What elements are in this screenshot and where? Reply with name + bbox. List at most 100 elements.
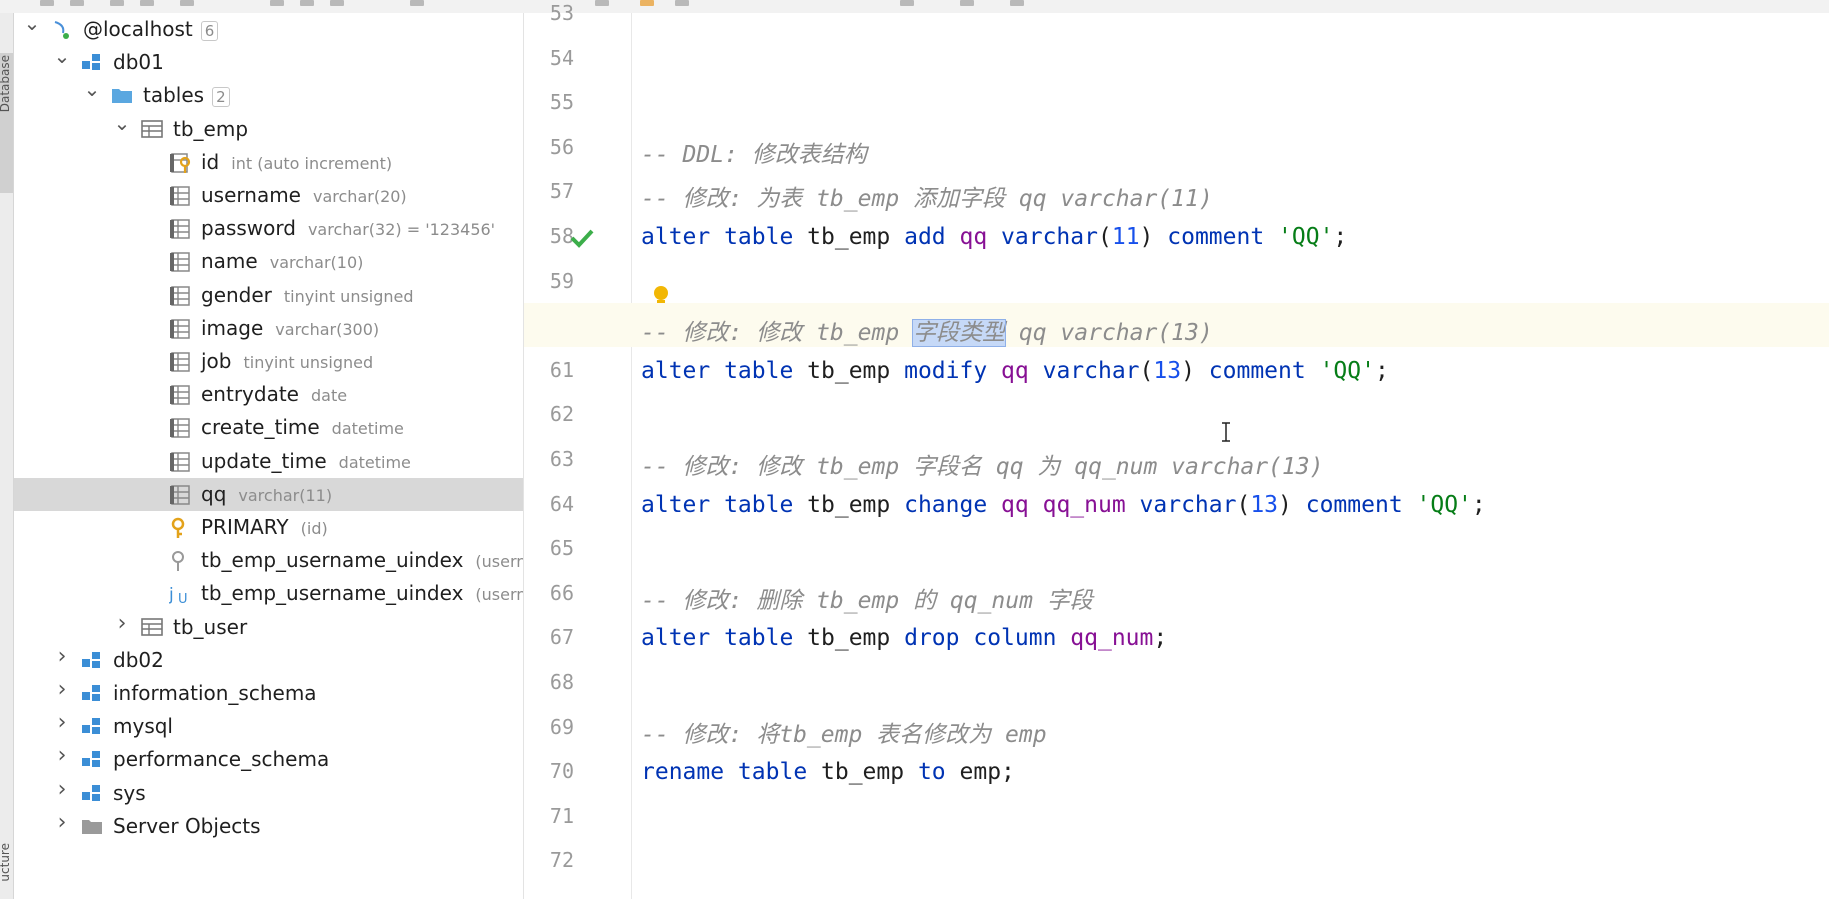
- code-line[interactable]: alter table tb_emp drop column qq_num;: [524, 615, 1829, 659]
- code-line[interactable]: [524, 794, 1829, 838]
- sql-string: 'QQ': [1319, 357, 1375, 384]
- tree-item-column-job[interactable]: job tinyint unsigned: [14, 345, 523, 378]
- toolbar-button-icon[interactable]: [110, 0, 124, 6]
- tree-item-column-image[interactable]: image varchar(300): [14, 312, 523, 345]
- tree-item-column-id[interactable]: id int (auto increment): [14, 146, 523, 179]
- tree-item-db02[interactable]: › db02: [14, 644, 523, 677]
- code-line[interactable]: -- 修改: 删除 tb_emp 的 qq_num 字段: [524, 571, 1829, 615]
- chevron-right-icon[interactable]: ›: [53, 745, 71, 767]
- chevron-right-icon[interactable]: ›: [53, 712, 71, 734]
- code-line[interactable]: alter table tb_emp modify qq varchar(13)…: [524, 348, 1829, 392]
- server-objects-folder-icon: [81, 816, 103, 838]
- chevron-right-icon[interactable]: ›: [53, 645, 71, 667]
- structure-tab-label[interactable]: ucture: [0, 843, 12, 882]
- tree-item-column-create_time[interactable]: create_time datetime: [14, 411, 523, 444]
- code-line[interactable]: [524, 660, 1829, 704]
- code-line[interactable]: -- DDL: 修改表结构: [524, 125, 1829, 169]
- tree-item-column-qq[interactable]: qq varchar(11): [14, 477, 523, 511]
- code-text[interactable]: -- DDL: 修改表结构: [641, 135, 867, 169]
- code-text[interactable]: rename table tb_emp to emp;: [641, 759, 1015, 785]
- tree-item-column-entrydate[interactable]: entrydate date: [14, 378, 523, 411]
- key-column-icon: [169, 152, 191, 174]
- chevron-down-icon[interactable]: ⌄: [23, 13, 41, 33]
- code-line[interactable]: -- 修改: 为表 tb_emp 添加字段 qq varchar(11): [524, 169, 1829, 213]
- code-line[interactable]: -- 修改: 修改 tb_emp 字段类型 qq varchar(13): [524, 303, 1829, 348]
- toolbar-button-icon[interactable]: [410, 0, 424, 6]
- tree-item-column-password[interactable]: password varchar(32) = '123456': [14, 212, 523, 245]
- code-line[interactable]: [524, 838, 1829, 882]
- chevron-down-icon[interactable]: ⌄: [53, 46, 71, 66]
- toolbar-button-icon[interactable]: [270, 0, 284, 6]
- tree-item-column-gender[interactable]: gender tinyint unsigned: [14, 279, 523, 312]
- sql-keyword: rename table: [641, 759, 822, 786]
- code-line[interactable]: [524, 526, 1829, 570]
- tree-item-localhost[interactable]: ⌄ @localhost 6: [14, 13, 523, 46]
- toolbar-button-icon[interactable]: [300, 0, 314, 6]
- column-name: entrydate date: [201, 382, 348, 407]
- column-name: qq varchar(11): [201, 481, 333, 506]
- code-line[interactable]: [524, 36, 1829, 80]
- tree-item-column-username[interactable]: username varchar(20): [14, 179, 523, 212]
- code-line[interactable]: rename table tb_emp to emp;: [524, 749, 1829, 793]
- tree-item-column-name[interactable]: name varchar(10): [14, 245, 523, 278]
- toolbar-button-icon[interactable]: [40, 0, 54, 6]
- chevron-down-icon[interactable]: ⌄: [113, 113, 131, 133]
- tree-item-column-update_time[interactable]: update_time datetime: [14, 445, 523, 478]
- database-label: sys: [113, 780, 146, 805]
- sql-token: ;: [1001, 759, 1015, 786]
- sql-token: tb_emp: [807, 224, 905, 250]
- database-tab-label[interactable]: Database: [0, 55, 12, 112]
- tree-item-key[interactable]: tb_emp_username_uindex (usern: [14, 544, 523, 577]
- chevron-right-icon[interactable]: ›: [53, 811, 71, 833]
- tree-item-key[interactable]: j Utb_emp_username_uindex (usern: [14, 577, 523, 610]
- sql-comment: qq varchar(13): [1005, 320, 1213, 347]
- tree-item-sys[interactable]: › sys: [14, 777, 523, 810]
- sql-editor[interactable]: 5354555657585960616263646566676869707172…: [524, 1, 1829, 899]
- code-line[interactable]: -- 修改: 修改 tb_emp 字段名 qq 为 qq_num varchar…: [524, 437, 1829, 481]
- column-icon: [169, 218, 191, 240]
- code-text[interactable]: -- 修改: 将tb_emp 表名修改为 emp: [641, 715, 1047, 749]
- tree-item-tables[interactable]: ⌄ tables 2: [14, 79, 523, 112]
- chevron-right-icon[interactable]: ›: [53, 679, 71, 701]
- code-text[interactable]: alter table tb_emp modify qq varchar(13)…: [641, 358, 1389, 384]
- sql-comment: -- 修改: 修改 tb_emp 字段名 qq 为 qq_num varchar…: [641, 454, 1324, 480]
- selected-text[interactable]: 字段类型: [912, 319, 1007, 348]
- code-line[interactable]: [524, 259, 1829, 307]
- tree-item-information-schema[interactable]: › information_schema: [14, 677, 523, 710]
- tree-item-server-objects[interactable]: › Server Objects: [14, 810, 523, 843]
- tree-item-mysql[interactable]: › mysql: [14, 710, 523, 743]
- svg-text:j: j: [169, 585, 174, 605]
- code-text[interactable]: -- 修改: 修改 tb_emp 字段名 qq 为 qq_num varchar…: [641, 447, 1324, 481]
- sql-token: ): [1181, 357, 1209, 384]
- key-detail: (usern: [475, 552, 523, 572]
- chevron-right-icon[interactable]: ›: [53, 778, 71, 800]
- sql-token: emp: [959, 759, 1002, 786]
- code-text[interactable]: -- 修改: 修改 tb_emp 字段类型 qq varchar(13): [641, 313, 1213, 348]
- column-name: gender tinyint unsigned: [201, 282, 414, 307]
- code-line[interactable]: [524, 80, 1829, 124]
- column-icon: [169, 484, 191, 506]
- code-text[interactable]: -- 修改: 为表 tb_emp 添加字段 qq varchar(11): [641, 179, 1213, 213]
- code-text[interactable]: alter table tb_emp add qq varchar(11) co…: [641, 224, 1347, 250]
- tree-item-tb_user[interactable]: › tb_user: [14, 611, 523, 644]
- code-line[interactable]: [524, 392, 1829, 436]
- toolbar-button-icon[interactable]: [330, 0, 344, 6]
- chevron-down-icon[interactable]: ⌄: [83, 79, 101, 99]
- chevron-right-icon[interactable]: ›: [113, 612, 131, 634]
- tree-item-db01[interactable]: ⌄ db01: [14, 46, 523, 79]
- code-line[interactable]: alter table tb_emp add qq varchar(11) co…: [524, 214, 1829, 258]
- toolbar-button-icon[interactable]: [140, 0, 154, 6]
- tree-item-performance-schema[interactable]: › performance_schema: [14, 743, 523, 776]
- code-text[interactable]: alter table tb_emp drop column qq_num;: [641, 625, 1167, 651]
- tree-item-tb_emp[interactable]: ⌄ tb_emp: [14, 113, 523, 146]
- column-name: id int (auto increment): [201, 149, 393, 174]
- code-text[interactable]: alter table tb_emp change qq qq_num varc…: [641, 492, 1486, 518]
- code-text[interactable]: -- 修改: 删除 tb_emp 的 qq_num 字段: [641, 581, 1093, 615]
- code-line[interactable]: -- 修改: 将tb_emp 表名修改为 emp: [524, 705, 1829, 749]
- code-line[interactable]: alter table tb_emp change qq qq_num varc…: [524, 482, 1829, 526]
- code-line[interactable]: [524, 0, 1829, 35]
- toolbar-button-icon[interactable]: [70, 0, 84, 6]
- toolbar-button-icon[interactable]: [180, 0, 194, 6]
- tree-item-key[interactable]: PRIMARY (id): [14, 511, 523, 544]
- sql-comment: -- 修改: 修改 tb_emp: [641, 320, 914, 347]
